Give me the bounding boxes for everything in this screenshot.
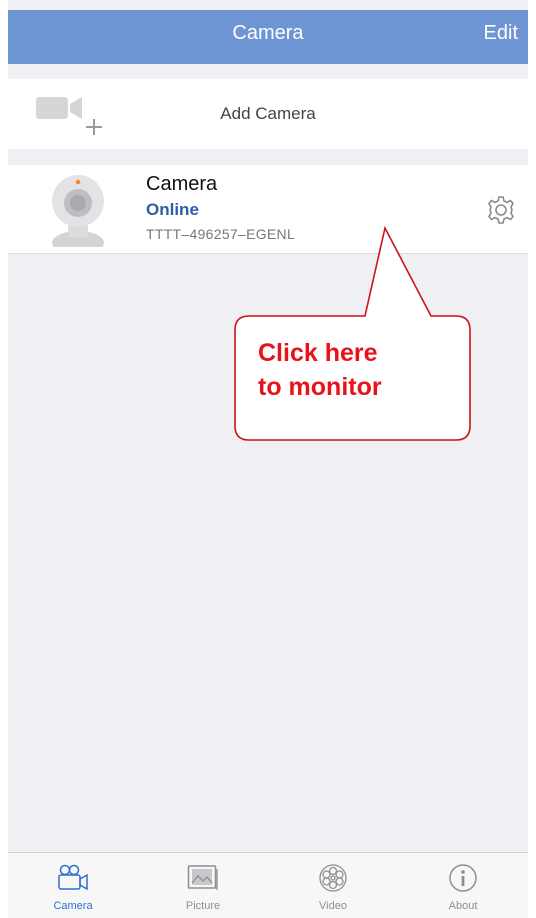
gear-icon[interactable] [486, 195, 516, 225]
app-screen: Camera Edit Add Camera Camera Online TTT… [8, 0, 528, 918]
tab-label: Picture [185, 900, 221, 912]
callout-line-2: to monitor [258, 373, 382, 401]
picture-tab-icon [187, 865, 218, 890]
tab-camera[interactable]: Camera [8, 853, 138, 918]
tab-bar: Camera Picture Video About [8, 852, 528, 918]
tab-about[interactable]: About [398, 853, 528, 918]
navigation-bar: Camera Edit [8, 10, 528, 64]
tab-label: Camera [53, 900, 93, 912]
info-tab-icon [449, 864, 477, 892]
callout-line-1: Click here [258, 339, 378, 367]
camera-name: Camera [146, 173, 218, 195]
callout-text: Click here to monitor [258, 336, 468, 404]
camera-uid: TTTT–496257–EGENL [146, 226, 296, 242]
add-camera-label: Add Camera [220, 104, 316, 123]
tab-picture[interactable]: Picture [138, 853, 268, 918]
video-reel-tab-icon [319, 864, 347, 892]
edit-button[interactable]: Edit [484, 10, 518, 64]
tab-video[interactable]: Video [268, 853, 398, 918]
webcam-icon [52, 175, 104, 247]
add-camera-button[interactable]: Add Camera [8, 79, 528, 149]
page-title: Camera [232, 22, 304, 44]
tab-label: Video [319, 900, 347, 912]
camera-tab-icon [58, 864, 88, 891]
status-badge: Online [146, 200, 199, 219]
camera-list-item[interactable]: Camera Online TTTT–496257–EGENL [8, 165, 528, 254]
tab-label: About [448, 900, 478, 912]
